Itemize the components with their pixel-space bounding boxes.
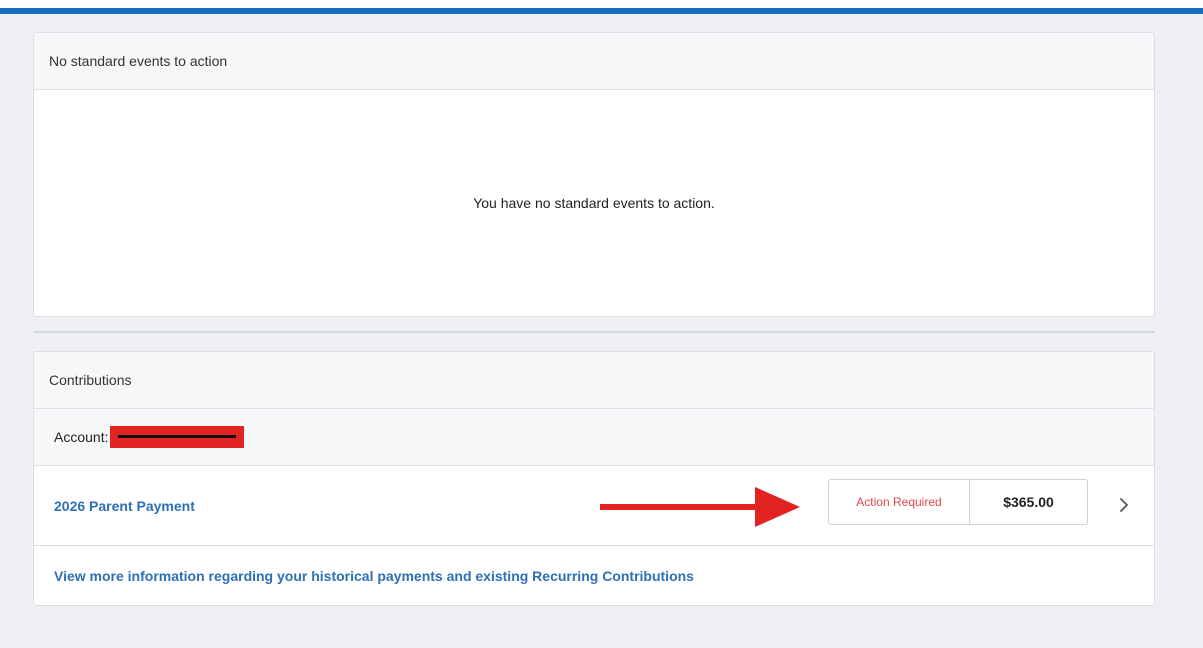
contributions-card: Contributions Account: 2026 Parent Payme…: [33, 351, 1155, 606]
top-bar: [0, 0, 1203, 8]
events-empty-state: You have no standard events to action.: [34, 90, 1154, 316]
payment-status-box[interactable]: Action Required $365.00: [828, 479, 1088, 525]
history-link[interactable]: View more information regarding your his…: [54, 568, 694, 584]
account-label: Account:: [54, 429, 109, 445]
header-accent-bar: [0, 8, 1203, 14]
chevron-right-icon[interactable]: [1116, 495, 1132, 515]
account-row: Account:: [34, 409, 1154, 466]
payment-amount: $365.00: [1003, 494, 1054, 510]
contributions-card-header: Contributions: [34, 352, 1154, 409]
events-empty-message: You have no standard events to action.: [473, 195, 715, 211]
payment-title-link[interactable]: 2026 Parent Payment: [54, 498, 195, 514]
status-badge: Action Required: [829, 480, 970, 524]
redaction-mark: [110, 426, 245, 448]
section-divider: [33, 331, 1155, 333]
standard-events-card: No standard events to action You have no…: [33, 32, 1155, 317]
red-arrow-annotation: [600, 487, 800, 527]
payment-row[interactable]: 2026 Parent Payment Action Required $365…: [34, 466, 1154, 546]
history-row: View more information regarding your his…: [34, 546, 1154, 605]
events-card-header: No standard events to action: [34, 33, 1154, 90]
